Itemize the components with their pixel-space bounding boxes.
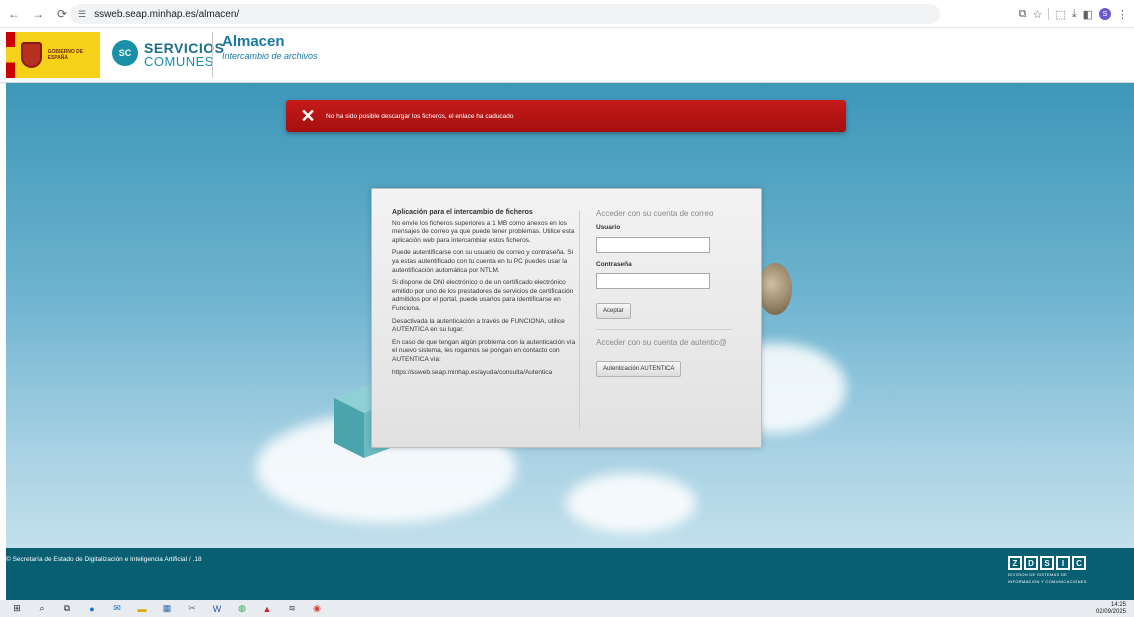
dsic-subtitle-2: INFORMACION Y COMUNICACIONES: [1008, 579, 1087, 584]
back-icon[interactable]: ←: [4, 4, 24, 24]
os-taskbar: ⊞ ⌕ ⧉ ● ✉ ▬ ▦ ✂ W ◍ ▲ ≋ ◉ 14:25 02/09/20…: [0, 600, 1134, 617]
header-divider: [212, 32, 213, 78]
address-bar[interactable]: ☰ ssweb.seap.minhap.es/almacen/: [70, 4, 940, 24]
coat-of-arms-icon: [21, 42, 42, 68]
gobierno-logo-text: GOBIERNO DE ESPAÑA: [47, 49, 84, 61]
page-title: Almacen: [222, 33, 285, 50]
user-input[interactable]: [596, 236, 710, 253]
login-section: Acceder con su cuenta de correo Usuario …: [596, 209, 746, 377]
bookmark-star-icon[interactable]: ☆: [1032, 8, 1042, 21]
dsic-subtitle-1: DIVISION DE SISTEMAS DE: [1008, 572, 1068, 577]
autentica-section-title: Acceder con su cuenta de autentic@: [596, 338, 727, 347]
accept-button[interactable]: Aceptar: [596, 303, 631, 319]
clock-time: 14:25: [1110, 602, 1126, 608]
eu-flag-icon: [6, 32, 16, 78]
site-info-icon[interactable]: ☰: [78, 9, 86, 20]
site-header: GOBIERNO DE ESPAÑA SC SERVICIOS COMUNES …: [0, 28, 1134, 83]
browser-toolbar: ← → ⟳ ☰ ssweb.seap.minhap.es/almacen/ ⧉ …: [0, 0, 1134, 28]
dsic-logo[interactable]: Z D S I C DIVISION DE SISTEMAS DE INFORM…: [1008, 556, 1104, 584]
calculator-icon[interactable]: ▦: [159, 602, 175, 615]
download-icon[interactable]: ⤓: [1072, 8, 1077, 21]
word-icon[interactable]: W: [209, 602, 225, 615]
error-message: No ha sido posible descargar los fichero…: [326, 112, 514, 120]
site-footer: © Secretaría de Estado de Digitalización…: [6, 548, 1134, 600]
network-icon[interactable]: ≋: [284, 602, 300, 615]
search-icon[interactable]: ⌕: [34, 602, 50, 615]
dsic-letter: Z: [1008, 556, 1022, 570]
cloud-decoration: [566, 473, 696, 533]
info-paragraph: Puede autentificarse con su usuario de c…: [392, 249, 574, 274]
login-panel: Aplicación para el intercambio de ficher…: [371, 188, 762, 448]
toolbar-separator: [1048, 8, 1050, 20]
error-close-icon: ✕: [300, 105, 316, 126]
password-input[interactable]: [596, 273, 710, 289]
info-title: Aplicación para el intercambio de ficher…: [392, 209, 533, 216]
pdf-icon[interactable]: ▲: [259, 602, 275, 615]
info-paragraph: No envíe los ficheros superiores a 1 MB …: [392, 219, 575, 244]
autentica-button[interactable]: Autenticación AUTENTICA: [596, 361, 682, 377]
clock-date: 02/09/2025: [1095, 609, 1126, 615]
url-text: ssweb.seap.minhap.es/almacen/: [94, 8, 240, 20]
chrome-icon[interactable]: ◉: [309, 602, 325, 615]
support-link[interactable]: https://ssweb.seap.minhap.es/ayuda/consu…: [392, 369, 578, 378]
page-subtitle: Intercambio de archivos: [222, 51, 318, 61]
gobierno-logo[interactable]: GOBIERNO DE ESPAÑA: [6, 32, 100, 78]
start-icon[interactable]: ⊞: [9, 602, 25, 615]
browser-actions: ⧉ ☆ ⬚ ⤓ ◧ S ⋮: [1019, 4, 1128, 24]
info-section: Aplicación para el intercambio de ficher…: [392, 209, 578, 381]
info-paragraph: Desactivada la autenticación a través de…: [392, 317, 565, 334]
info-paragraph: En caso de que tengan algún problema con…: [392, 338, 576, 363]
servicios-comunes-icon[interactable]: SC: [112, 40, 138, 66]
task-view-icon[interactable]: ⧉: [59, 602, 75, 615]
install-icon[interactable]: ⧉: [1019, 8, 1027, 21]
user-label: Usuario: [596, 224, 621, 231]
mail-section-title: Acceder con su cuenta de correo: [596, 209, 714, 218]
globe-decoration: [758, 263, 792, 315]
info-paragraph: Si dispone de DNI electrónico o de un ce…: [392, 279, 574, 312]
error-banner: ✕ No ha sido posible descargar los fiche…: [286, 100, 846, 132]
dsic-letter: C: [1072, 556, 1086, 570]
section-divider: [596, 329, 732, 330]
menu-icon[interactable]: ⋮: [1117, 8, 1128, 21]
extensions-icon[interactable]: ⬚: [1055, 8, 1065, 21]
profile-avatar[interactable]: S: [1099, 8, 1111, 20]
system-clock[interactable]: 14:25 02/09/2025: [1096, 602, 1126, 616]
forward-icon[interactable]: →: [28, 4, 48, 24]
password-label: Contraseña: [596, 260, 632, 268]
dsic-mark: Z D S I C: [1008, 556, 1104, 570]
edge-icon[interactable]: ●: [84, 602, 100, 615]
dsic-letter: S: [1040, 556, 1054, 570]
chrome-icon-alt[interactable]: ◍: [234, 602, 250, 615]
panel-divider: [579, 211, 580, 429]
sidepanel-icon[interactable]: ◧: [1083, 8, 1093, 21]
folder-icon[interactable]: ▬: [134, 602, 150, 615]
reload-icon[interactable]: ⟳: [52, 4, 72, 24]
footer-copyright: © Secretaría de Estado de Digitalización…: [6, 556, 202, 563]
tool-icon[interactable]: ✂: [184, 602, 200, 615]
mail-icon[interactable]: ✉: [109, 602, 125, 615]
dsic-letter: I: [1056, 556, 1070, 570]
dsic-letter: D: [1024, 556, 1038, 570]
